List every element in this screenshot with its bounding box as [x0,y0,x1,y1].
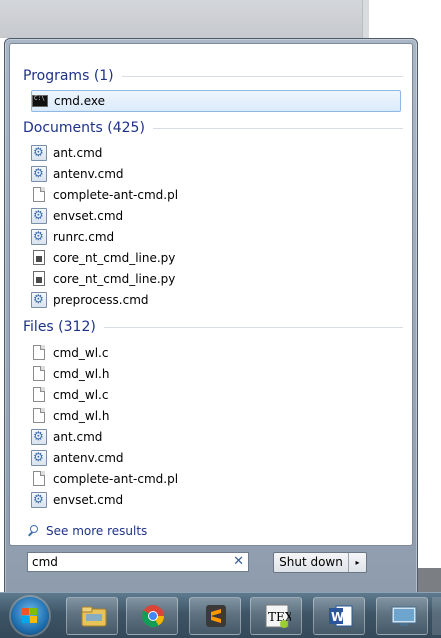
result-item-label: antenv.cmd [53,450,124,465]
search-input[interactable] [32,555,222,569]
batch-file-icon [31,228,47,245]
result-item-label: ant.cmd [53,145,103,160]
result-item-label: envset.cmd [53,208,124,223]
text-file-icon [33,187,45,202]
cmd-icon [32,95,48,107]
text-file-icon [33,408,45,423]
desktop-window-fragment [418,568,441,592]
text-file-icon [33,471,45,486]
result-item-cmd-exe[interactable]: cmd.exe [31,90,401,112]
batch-file-icon [31,291,47,308]
search-results-panel: Programs (1) cmd.exe Documents (425) ant… [9,43,413,546]
batch-file-icon [31,449,47,466]
result-item-label: complete-ant-cmd.pl [53,187,179,202]
documents-group-title: Documents (425) [23,120,145,136]
chrome-icon [141,604,165,628]
python-file-icon [33,271,45,286]
sublime-icon [204,604,228,628]
batch-file-icon [31,428,47,445]
python-file-icon [33,250,45,265]
folder-icon [81,604,107,628]
group-divider [121,75,403,77]
result-item[interactable]: antenv.cmd [31,447,401,468]
taskbar-remote-desktop[interactable] [376,597,428,635]
result-item[interactable]: complete-ant-cmd.pl [31,468,401,489]
result-item-label: cmd_wl.c [53,387,109,402]
result-item[interactable]: cmd_wl.c [31,384,401,405]
tex-icon: TEX [265,604,294,628]
result-item[interactable]: cmd_wl.c [31,342,401,363]
result-item[interactable]: envset.cmd [31,205,401,226]
taskbar-sublime-text[interactable] [189,597,241,635]
result-item-label: cmd_wl.h [53,366,110,381]
svg-text:W: W [331,610,344,624]
start-menu-bottom-bar: ✕ Shut down ▸ [9,548,411,590]
batch-file-icon [31,165,47,182]
clear-icon[interactable]: ✕ [233,554,244,569]
documents-group-header: Documents (425) [23,118,403,138]
svg-text:TEX: TEX [268,610,291,624]
remote-desktop-icon [391,604,417,628]
result-item[interactable]: runrc.cmd [31,226,401,247]
batch-file-icon [31,144,47,161]
files-group-title: Files (312) [23,319,96,335]
result-item[interactable]: antenv.cmd [31,163,401,184]
taskbar: TEX W [0,592,441,638]
shut-down-button[interactable]: Shut down [274,553,349,572]
taskbar-texworks[interactable]: TEX [250,597,302,635]
result-item-label: complete-ant-cmd.pl [53,471,179,486]
result-item[interactable]: core_nt_cmd_line.py [31,268,401,289]
text-file-icon [33,366,45,381]
see-more-results-label: See more results [46,524,148,538]
start-button[interactable] [11,597,49,635]
word-icon: W [328,604,353,628]
taskbar-overflow-edge [432,597,441,635]
result-item-label: core_nt_cmd_line.py [53,250,176,265]
search-box[interactable]: ✕ [27,552,249,572]
shut-down-button-group: Shut down ▸ [273,552,367,573]
result-item[interactable]: cmd_wl.h [31,363,401,384]
start-menu: Programs (1) cmd.exe Documents (425) ant… [4,38,418,594]
result-item[interactable]: complete-ant-cmd.pl [31,184,401,205]
files-group-header: Files (312) [23,317,403,337]
batch-file-icon [31,491,47,508]
result-item[interactable]: cmd_wl.h [31,405,401,426]
programs-group-title: Programs (1) [23,68,114,84]
taskbar-google-chrome[interactable] [126,597,178,635]
result-item-label: envset.cmd [53,492,124,507]
text-file-icon [33,345,45,360]
group-divider [152,127,403,129]
result-item-label: cmd_wl.h [53,408,110,423]
result-item-label: ant.cmd [53,429,103,444]
group-divider [103,326,403,328]
result-item[interactable]: preprocess.cmd [31,289,401,310]
search-icon [27,524,40,538]
programs-group-header: Programs (1) [23,66,403,86]
result-item[interactable]: core_nt_cmd_line.py [31,247,401,268]
result-item-label: preprocess.cmd [53,292,149,307]
shut-down-options-arrow[interactable]: ▸ [349,553,366,572]
result-item-label: cmd_wl.c [53,345,109,360]
taskbar-microsoft-word[interactable]: W [313,597,365,635]
result-item[interactable]: ant.cmd [31,142,401,163]
batch-file-icon [31,207,47,224]
result-item[interactable]: envset.cmd [31,489,401,510]
see-more-results-link[interactable]: See more results [27,522,147,540]
text-file-icon [33,387,45,402]
taskbar-windows-explorer[interactable] [66,597,118,635]
result-item-label: runrc.cmd [53,229,115,244]
result-item-label: core_nt_cmd_line.py [53,271,176,286]
windows-logo-icon [22,608,38,624]
desktop-window-area [0,0,362,38]
result-item[interactable]: ant.cmd [31,426,401,447]
result-item-label: antenv.cmd [53,166,124,181]
result-item-label: cmd.exe [54,94,106,108]
